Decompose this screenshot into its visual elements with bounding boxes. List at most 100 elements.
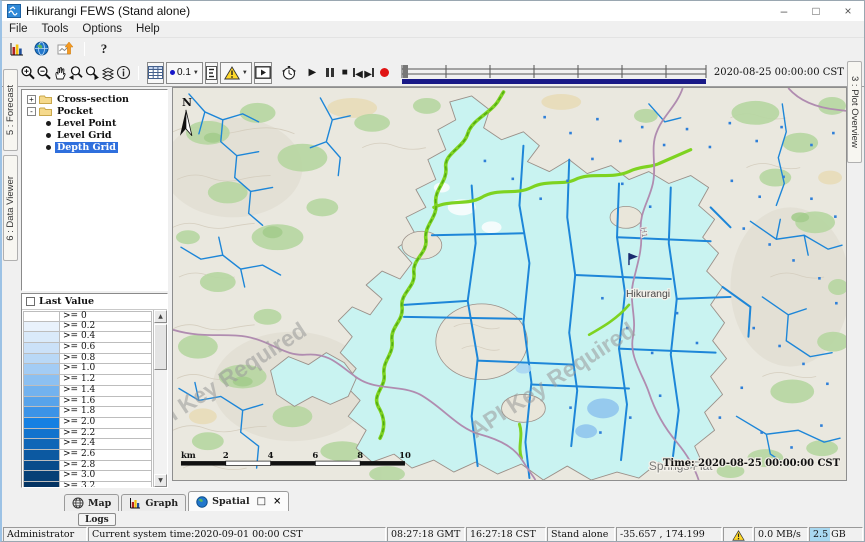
stop-button[interactable]: ■ [339,62,350,84]
classbreak-dropdown[interactable]: 0.1 ▼ [166,62,203,84]
tree-item-level-point[interactable]: Level Point [22,117,167,129]
title-bar: Hikurangi FEWS (Stand alone) – □ × [2,1,864,21]
menu-tools[interactable]: Tools [35,23,76,35]
close-button[interactable]: × [832,1,864,21]
legend-swatch [24,343,60,353]
step-back-icon: ◀ [353,64,363,82]
legend-swatch [24,397,60,407]
label-toggle-button[interactable] [205,62,218,84]
map-display-button[interactable] [29,39,53,58]
step-forward-button[interactable]: ▶ [364,62,375,84]
svg-text:2: 2 [223,450,229,460]
map-view[interactable]: API Key Required API Key Required Hikura… [172,87,847,481]
zoom-out-button[interactable] [36,62,52,84]
record-icon [380,68,389,77]
expander-icon[interactable]: + [27,95,36,104]
folder-icon [39,94,52,104]
legend-row[interactable]: >= 1.4 [23,386,152,397]
legend-swatch [24,332,60,342]
clock-icon [281,65,297,81]
town-label: Hikurangi [626,289,670,300]
road-label: H1 [639,227,649,239]
right-tab-strip: 3 : Plot Overview [847,87,864,490]
legend-list: >= 0 >= 0.2 >= 0.4 >= 0.6 >= 0.8 >= 1.0 … [22,309,167,487]
menu-help[interactable]: Help [129,23,167,35]
legend-swatch [24,418,60,428]
tab-maximize-icon[interactable]: □ [257,496,266,507]
menu-options[interactable]: Options [75,23,129,35]
menu-file[interactable]: File [2,23,35,35]
help-icon: ? [101,41,108,57]
current-time-label: 2020-08-25 00:00:00 CST [714,67,844,78]
tree-item-level-grid[interactable]: Level Grid [22,129,167,141]
animation-button[interactable] [254,62,272,84]
record-button[interactable] [379,62,390,84]
map-canvas: API Key Required API Key Required Hikura… [173,88,846,480]
chevron-down-icon: ▼ [193,70,199,76]
sidebar-tab-data-viewer[interactable]: 6 : Data Viewer [3,155,18,261]
sidebar-tab-forecast[interactable]: 5 : Forecast [3,69,18,151]
scroll-up-icon[interactable]: ▲ [154,310,167,323]
last-value-checkbox[interactable] [26,297,35,306]
warning-icon [224,66,240,80]
logs-tab[interactable]: Logs [78,513,116,526]
scale-bar-segments [181,461,405,465]
legend-swatch [24,375,60,385]
tab-close-icon[interactable]: × [273,496,281,507]
pan-button[interactable] [52,62,68,84]
tab-spatial[interactable]: Spatial □ × [188,491,289,511]
play-button[interactable]: ▶ [307,62,318,84]
legend-scrollbar[interactable]: ▲ ▼ [153,310,167,487]
wire-globe-icon [72,497,84,509]
legend-row[interactable]: >= 2.0 [23,418,152,429]
tree-item-cross-section[interactable]: + Cross-section [22,93,167,105]
layers-button[interactable] [100,62,116,84]
info-button[interactable] [116,62,131,84]
time-slider[interactable] [400,61,708,85]
tree-item-pocket[interactable]: - Pocket [22,105,167,117]
sidebar-tab-plot-overview[interactable]: 3 : Plot Overview [847,61,862,163]
time-slider-handle [403,65,408,78]
help-button[interactable]: ? [92,39,116,58]
map-container: API Key Required API Key Required Hikura… [172,87,847,490]
status-warning[interactable] [723,527,753,542]
status-system-time: Current system time:2020-09-01 00:00 CST [88,527,386,542]
legend-swatch [24,461,60,471]
tab-map[interactable]: Map [64,494,119,511]
info-icon [116,65,131,80]
legend-swatch [24,439,60,449]
minimize-button[interactable]: – [768,1,800,21]
grid-icon [148,66,163,79]
pause-icon [326,68,334,77]
legend-swatch [24,429,60,439]
timer-button[interactable] [281,62,297,84]
last-value-label: Last Value [39,296,94,307]
tree-item-depth-grid[interactable]: Depth Grid [22,141,167,153]
tab-graph[interactable]: Graph [121,494,186,511]
maximize-button[interactable]: □ [800,1,832,21]
step-back-button[interactable]: ◀ [352,62,363,84]
timeseries-display-button[interactable] [5,39,29,58]
pause-button[interactable] [324,62,335,84]
tree-item-label: Depth Grid [55,142,118,153]
scroll-thumb[interactable] [154,324,167,370]
plot-overview-button[interactable] [53,39,77,58]
bar-chart-icon [129,497,141,509]
menu-bar: File Tools Options Help [2,21,864,38]
play-icon: ▶ [309,67,317,78]
zoom-next-button[interactable] [84,62,100,84]
grid-display-button[interactable] [147,62,164,84]
chevron-down-icon: ▼ [242,70,248,76]
toolbar-separator [84,42,85,56]
legend-row[interactable]: >= 3.2 [23,482,152,487]
step-forward-icon: ▶ [364,64,374,82]
bullet-icon [46,145,51,150]
window-title: Hikurangi FEWS (Stand alone) [26,4,190,18]
thresholds-dropdown[interactable]: ▼ [220,62,252,84]
left-tab-strip: 5 : Forecast 6 : Data Viewer [2,87,19,490]
scroll-down-icon[interactable]: ▼ [154,474,167,487]
expander-icon[interactable]: - [27,107,36,116]
zoom-in-button[interactable] [20,62,36,84]
zoom-previous-button[interactable] [68,62,84,84]
pan-hand-icon [52,65,68,81]
